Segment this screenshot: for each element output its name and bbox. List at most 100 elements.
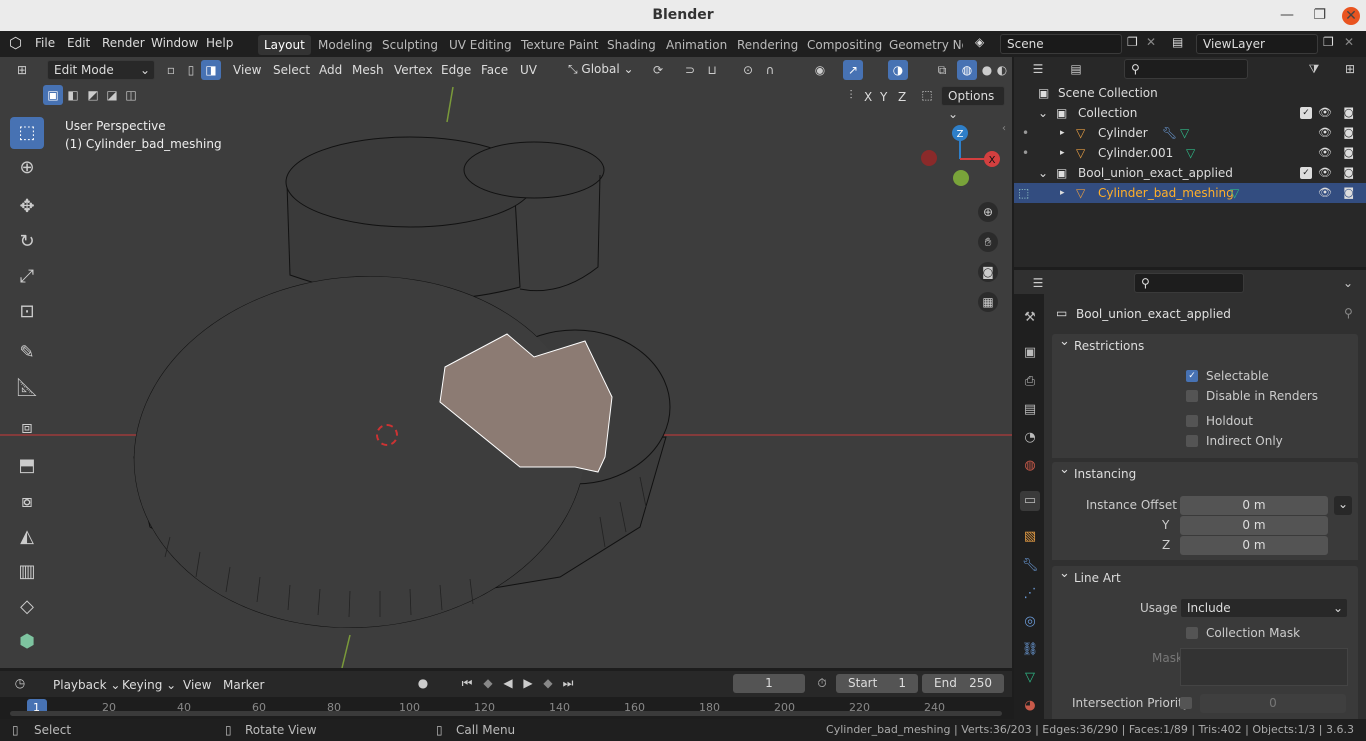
mesh-data-tab-icon[interactable]: ▽ <box>1020 668 1040 688</box>
transform-tool-icon[interactable]: ⊡ <box>10 296 44 328</box>
measure-tool-icon[interactable]: 📐︎ <box>10 372 44 404</box>
start-frame-field[interactable]: Start 1 <box>836 674 918 693</box>
modifier-tab-icon[interactable]: 🔧︎ <box>1020 556 1040 576</box>
menu-vertex[interactable]: Vertex <box>394 61 433 79</box>
annotate-tool-icon[interactable]: ✎ <box>10 337 44 369</box>
menu-view[interactable]: View <box>233 61 261 79</box>
move-tool-icon[interactable]: ✥ <box>10 191 44 223</box>
maximize-button[interactable]: ❐ <box>1313 0 1326 31</box>
eye-icon[interactable]: 👁︎ <box>1318 183 1332 203</box>
menu-edit[interactable]: Edit <box>67 36 90 50</box>
outliner-editor-icon[interactable]: ☰ <box>1028 59 1048 79</box>
output-tab-icon[interactable]: ⎙ <box>1020 372 1040 392</box>
menu-add[interactable]: Add <box>319 61 342 79</box>
expand-arrow-icon[interactable]: ⌄ <box>1038 163 1048 183</box>
add-cube-tool-icon[interactable]: ⧈ <box>10 412 44 444</box>
sidebar-toggle-icon[interactable]: ‹ <box>1002 123 1006 134</box>
overlay-icon[interactable]: ◑ <box>888 60 908 80</box>
wireframe-shading-icon[interactable]: ◍ <box>957 60 977 80</box>
knife-tool-icon[interactable]: ◇ <box>10 591 44 623</box>
timeline-editor-icon[interactable]: ◷ <box>10 673 30 693</box>
editor-type-icon[interactable]: ⊞ <box>12 60 32 80</box>
record-icon[interactable]: ● <box>413 673 433 693</box>
mode-dropdown[interactable]: Edit Mode ⌄ <box>47 60 155 80</box>
expand-arrow-icon[interactable]: ⌄ <box>1038 103 1048 123</box>
instance-offset-z-field[interactable]: 0 m <box>1180 536 1328 555</box>
menu-mesh[interactable]: Mesh <box>352 61 384 79</box>
select-mode-extend-icon[interactable]: ◧ <box>63 85 83 105</box>
current-frame-field[interactable]: 1 <box>733 674 805 693</box>
loop-cut-tool-icon[interactable]: ▥ <box>10 556 44 588</box>
world-tab-icon[interactable]: ◍ <box>1020 456 1040 476</box>
selectable-checkbox[interactable]: ✓ <box>1186 370 1198 382</box>
select-mode-subtract-icon[interactable]: ◩ <box>83 85 103 105</box>
proportional-edit-icon[interactable]: ⊙ <box>738 60 758 80</box>
axis-y-toggle[interactable]: Y <box>880 88 887 106</box>
tab-uv-editing[interactable]: UV Editing <box>443 35 518 55</box>
holdout-checkbox[interactable] <box>1186 415 1198 427</box>
chevron-down-icon[interactable]: ⌄ <box>1334 496 1352 515</box>
render-tab-icon[interactable]: ▣ <box>1020 343 1040 363</box>
rotate-tool-icon[interactable]: ↻ <box>10 226 44 258</box>
menu-marker[interactable]: Marker <box>223 676 264 694</box>
eye-icon[interactable]: 👁︎ <box>1318 143 1332 163</box>
camera-icon[interactable]: ◙ <box>1343 143 1354 163</box>
usage-dropdown[interactable]: Include ⌄ <box>1180 598 1348 618</box>
object-tab-icon[interactable]: ▧ <box>1020 527 1040 547</box>
restrictions-panel-header[interactable]: Restrictions <box>1052 330 1358 358</box>
menu-render[interactable]: Render <box>102 36 145 50</box>
camera-icon[interactable]: ◙ <box>1343 123 1354 143</box>
camera-icon[interactable]: ◙ <box>1343 163 1354 183</box>
outliner-row-collection[interactable]: ⌄ ▣ Collection ✓ 👁︎ ◙ <box>1014 103 1366 123</box>
pan-hand-icon[interactable]: ✋︎ <box>978 232 998 252</box>
auto-merge-icon[interactable]: ⬚ <box>917 85 937 105</box>
exclude-checkbox[interactable]: ✓ <box>1300 167 1312 179</box>
view-layer-field[interactable]: ViewLayer <box>1196 34 1318 54</box>
line-art-panel-header[interactable]: Line Art <box>1052 562 1358 590</box>
instance-offset-x-field[interactable]: 0 m <box>1180 496 1328 515</box>
expand-arrow-icon[interactable]: ▸ <box>1060 143 1065 163</box>
zoom-icon[interactable]: ⊕ <box>978 202 998 222</box>
tab-texture-paint[interactable]: Texture Paint <box>515 35 604 55</box>
outliner-row-cylinder[interactable]: • ▸ ▽ Cylinder 🔧︎ ▽ 👁︎ ◙ <box>1014 123 1366 143</box>
pivot-icon[interactable]: ⟳ <box>648 60 668 80</box>
select-mode-invert-icon[interactable]: ◪ <box>102 85 122 105</box>
material-tab-icon[interactable]: ◕ <box>1020 696 1040 716</box>
outliner-row-cylinder-001[interactable]: • ▸ ▽ Cylinder.001 ▽ 👁︎ ◙ <box>1014 143 1366 163</box>
eye-icon[interactable]: 👁︎ <box>1318 123 1332 143</box>
tab-layout[interactable]: Layout <box>258 35 311 55</box>
scale-tool-icon[interactable]: ⤢ <box>10 261 44 293</box>
disable-renders-checkbox[interactable] <box>1186 390 1198 402</box>
axis-x-toggle[interactable]: X <box>864 88 872 106</box>
select-mode-new-icon[interactable]: ▣ <box>43 85 63 105</box>
new-scene-icon[interactable]: ❐ <box>1127 35 1138 49</box>
properties-options-icon[interactable]: ⌄ <box>1338 273 1358 293</box>
new-collection-icon[interactable]: ⊞ <box>1340 59 1360 79</box>
tab-compositing[interactable]: Compositing <box>801 35 888 55</box>
perspective-toggle-icon[interactable]: ▦ <box>978 292 998 312</box>
vertex-select-icon[interactable]: ▫ <box>161 60 181 80</box>
select-mode-intersect-icon[interactable]: ◫ <box>121 85 141 105</box>
material-shading-icon[interactable]: ◐ <box>995 60 1009 80</box>
new-view-layer-icon[interactable]: ❐ <box>1323 35 1334 49</box>
select-box-tool-icon[interactable]: ⬚ <box>10 117 44 149</box>
end-frame-field[interactable]: End 250 <box>922 674 1004 693</box>
menu-window[interactable]: Window <box>151 36 198 50</box>
remove-view-layer-icon[interactable]: ✕ <box>1344 35 1354 49</box>
pin-icon[interactable]: ⚲ <box>1344 306 1353 320</box>
expand-arrow-icon[interactable]: ▸ <box>1060 183 1065 203</box>
remove-scene-icon[interactable]: ✕ <box>1146 35 1156 49</box>
collection-mask-checkbox[interactable] <box>1186 627 1198 639</box>
menu-playback[interactable]: Playback ⌄ <box>53 676 120 694</box>
outliner-search-input[interactable]: ⚲ <box>1124 59 1248 79</box>
constraints-tab-icon[interactable]: ⛓︎ <box>1020 640 1040 660</box>
bevel-tool-icon[interactable]: ◭ <box>10 521 44 553</box>
next-keyframe-icon[interactable]: ◆ <box>538 673 558 693</box>
menu-uv[interactable]: UV <box>520 61 537 79</box>
play-icon[interactable]: ▶ <box>518 673 538 693</box>
jump-start-icon[interactable]: ⏮ <box>457 673 477 693</box>
camera-icon[interactable]: ◙ <box>1343 183 1354 203</box>
tool-tab-icon[interactable]: ⚒ <box>1020 308 1040 328</box>
scene-icon[interactable]: ◈ <box>975 35 984 49</box>
options-dropdown[interactable]: Options ⌄ <box>941 86 1005 121</box>
